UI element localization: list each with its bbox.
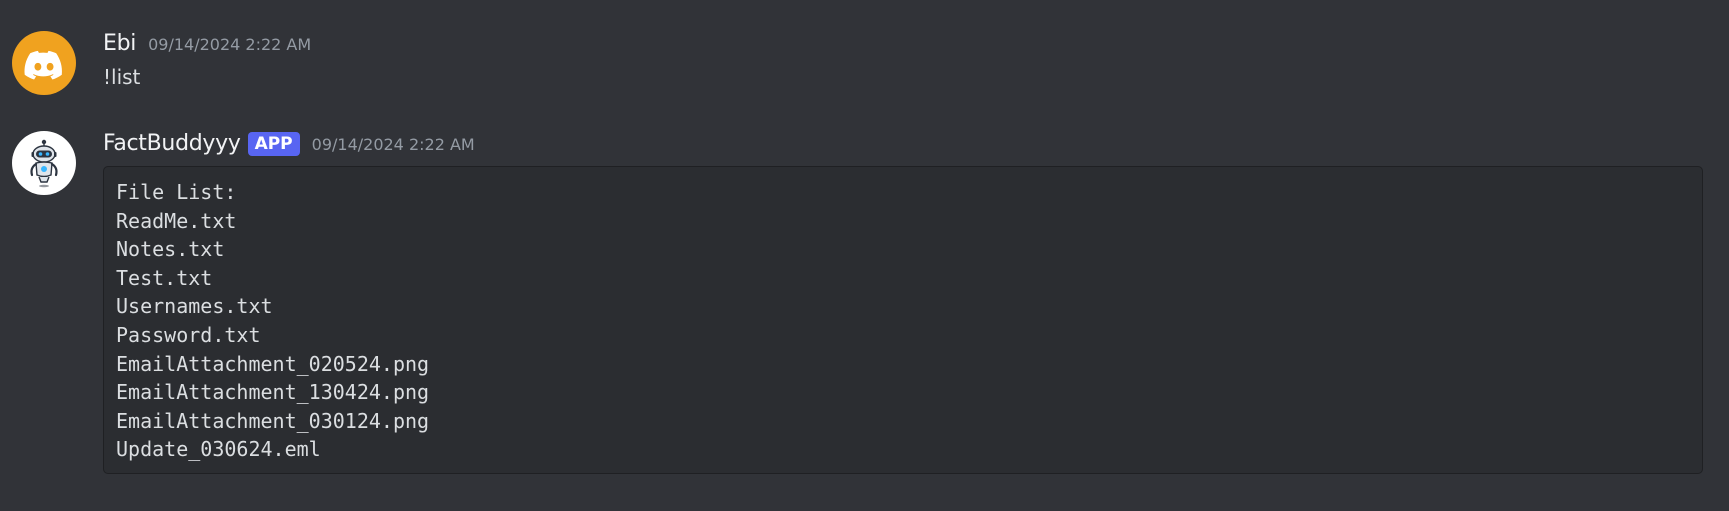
message: FactBuddyyy APP 09/14/2024 2:22 AM File … — [0, 131, 1729, 474]
code-line: File List: — [116, 180, 237, 204]
message-header: FactBuddyyy APP 09/14/2024 2:22 AM — [103, 131, 1703, 157]
message: Ebi 09/14/2024 2:22 AM !list — [0, 31, 1729, 95]
message-header: Ebi 09/14/2024 2:22 AM — [103, 31, 1703, 57]
code-line: Usernames.txt — [116, 294, 273, 319]
code-line: Notes.txt — [116, 237, 225, 262]
chat-messages: Ebi 09/14/2024 2:22 AM !list FactBuddyyy… — [0, 0, 1729, 511]
timestamp[interactable]: 09/14/2024 2:22 AM — [312, 132, 475, 158]
bot-avatar[interactable] — [12, 131, 76, 195]
app-badge: APP — [247, 132, 300, 156]
code-block: File List: ReadMe.txt Notes.txt Test.txt… — [103, 166, 1703, 474]
code-line: ReadMe.txt — [116, 208, 237, 233]
code-line: EmailAttachment_020524.png — [116, 351, 430, 376]
code-line: EmailAttachment_130424.png — [116, 380, 430, 405]
username[interactable]: Ebi — [103, 31, 136, 57]
discord-logo-icon — [24, 50, 62, 80]
message-text: !list — [103, 65, 141, 89]
user-avatar[interactable] — [12, 31, 76, 95]
code-line: Password.txt — [116, 322, 261, 347]
code-line: EmailAttachment_030124.png — [116, 408, 430, 433]
timestamp[interactable]: 09/14/2024 2:22 AM — [148, 32, 311, 58]
code-line: Update_030624.eml — [116, 437, 321, 462]
robot-icon — [30, 139, 58, 188]
code-line: Test.txt — [116, 265, 213, 290]
username[interactable]: FactBuddyyy — [103, 131, 241, 157]
